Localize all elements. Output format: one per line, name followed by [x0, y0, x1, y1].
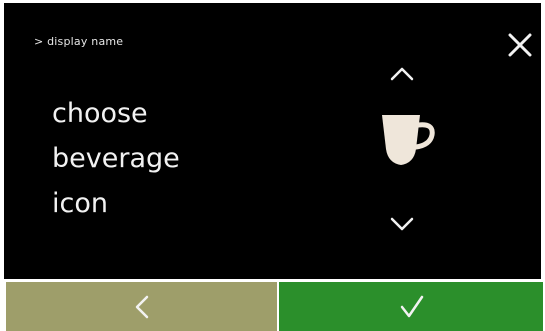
screen: > display name choose beverage icon — [0, 0, 545, 331]
title-line: choose — [52, 98, 148, 129]
back-button[interactable] — [6, 282, 277, 331]
page-title: choose beverage icon — [52, 91, 180, 226]
chevron-up-icon — [390, 67, 414, 81]
close-button[interactable] — [504, 29, 538, 63]
chevron-left-icon — [135, 295, 149, 319]
confirm-button[interactable] — [279, 282, 543, 331]
close-icon — [508, 33, 532, 57]
bottom-bar — [0, 282, 545, 331]
title-line: icon — [52, 188, 108, 219]
breadcrumb: > display name — [34, 35, 124, 48]
chevron-down-icon — [390, 217, 414, 231]
scroll-down-button[interactable] — [384, 211, 420, 237]
coffee-cup-icon — [382, 115, 435, 165]
checkmark-icon — [400, 295, 424, 318]
beverage-icon-preview — [374, 109, 444, 171]
title-line: beverage — [52, 143, 180, 174]
scroll-up-button[interactable] — [384, 61, 420, 87]
main-panel: > display name choose beverage icon — [4, 3, 541, 279]
